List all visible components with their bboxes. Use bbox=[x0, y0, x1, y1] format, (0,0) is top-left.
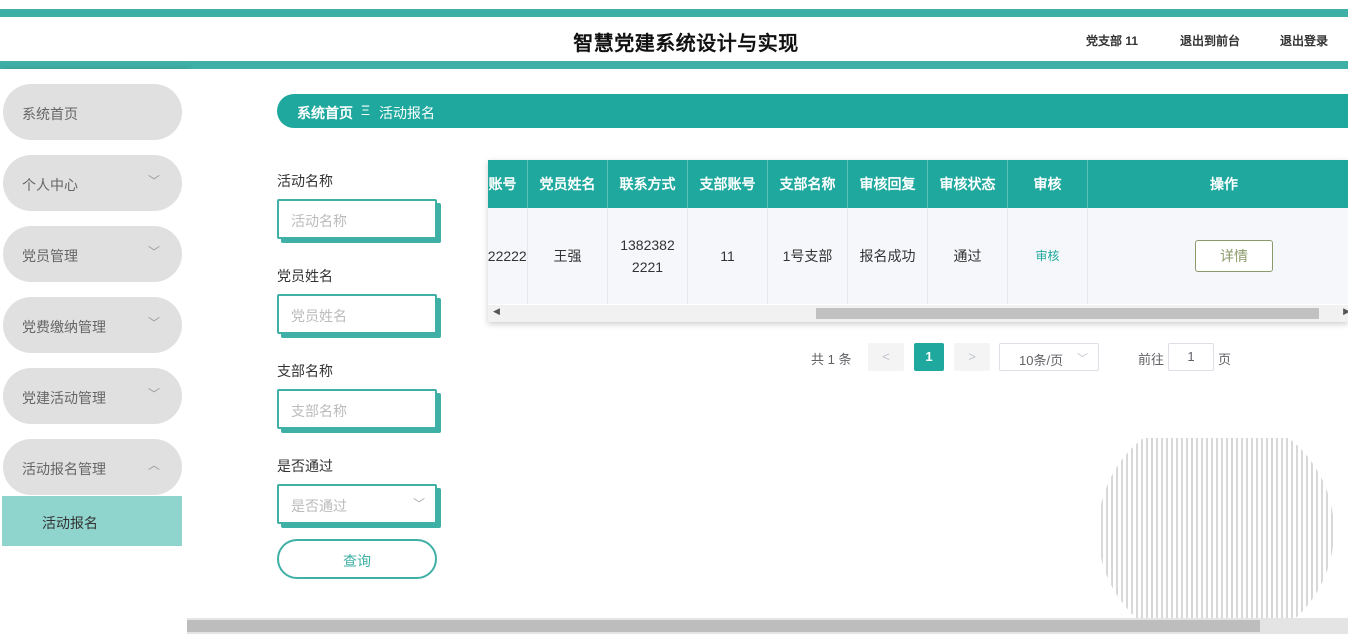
sidebar-item-member-management[interactable]: 党员管理 ﹀ bbox=[3, 226, 182, 282]
chevron-up-icon: ︿ bbox=[147, 458, 160, 472]
app-header: 智慧党建系统设计与实现 党支部 11 退出到前台 退出登录 bbox=[0, 17, 1348, 61]
filter-label-branch-name: 支部名称 bbox=[277, 363, 333, 379]
breadcrumb: 系统首页 Ξ 活动报名 bbox=[277, 94, 1348, 128]
table-header: 账号 党员姓名 联系方式 支部账号 支部名称 审核回复 审核状态 审核 操作 bbox=[488, 160, 1348, 208]
sidebar-item-label: 党员管理 bbox=[22, 248, 78, 264]
breadcrumb-current: 活动报名 bbox=[379, 105, 435, 121]
scrollbar-thumb[interactable] bbox=[187, 620, 1260, 632]
member-name-input[interactable]: 党员姓名 bbox=[277, 294, 437, 334]
chevron-down-icon: ﹀ bbox=[147, 387, 160, 401]
table-horizontal-scrollbar[interactable]: ◀ ▶ bbox=[488, 305, 1348, 322]
passed-select[interactable]: 是否通过 ﹀ bbox=[277, 484, 437, 524]
header-bottom-bar bbox=[0, 61, 1348, 69]
input-placeholder: 支部名称 bbox=[291, 403, 347, 419]
column-header: 审核回复 bbox=[848, 160, 928, 208]
chevron-down-icon: ﹀ bbox=[412, 497, 425, 511]
pagination-total: 共 1 条 bbox=[811, 352, 852, 367]
pagination-next-button[interactable]: > bbox=[954, 343, 990, 371]
sidebar-item-label: 党建活动管理 bbox=[22, 390, 106, 406]
pagination-prev-button[interactable]: < bbox=[868, 343, 904, 371]
sidebar-subitem-signup[interactable]: 活动报名 bbox=[2, 496, 182, 546]
filter-label-member-name: 党员姓名 bbox=[277, 268, 333, 284]
cell-action: 详情 bbox=[1088, 208, 1348, 304]
sidebar-item-signup-management[interactable]: 活动报名管理 ︿ bbox=[3, 439, 182, 495]
column-header: 账号 bbox=[488, 160, 528, 208]
select-placeholder: 是否通过 bbox=[291, 498, 347, 514]
activity-name-input[interactable]: 活动名称 bbox=[277, 199, 437, 239]
filter-label-passed: 是否通过 bbox=[277, 458, 333, 474]
detail-button[interactable]: 详情 bbox=[1195, 240, 1273, 272]
pagination-page-1[interactable]: 1 bbox=[914, 343, 944, 371]
sidebar-subitem-label: 活动报名 bbox=[42, 515, 98, 531]
table-row: 222222 王强 13823822221 11 1号支部 报名成功 通过 审核… bbox=[488, 208, 1348, 304]
cell-audit: 审核 bbox=[1008, 208, 1088, 304]
top-accent-bar bbox=[0, 9, 1348, 17]
sidebar-item-dues-management[interactable]: 党费缴纳管理 ﹀ bbox=[3, 297, 182, 353]
column-header: 审核状态 bbox=[928, 160, 1008, 208]
cell-branch-account: 11 bbox=[688, 208, 768, 304]
breadcrumb-home[interactable]: 系统首页 bbox=[297, 103, 353, 123]
goto-page-input[interactable]: 1 bbox=[1168, 343, 1214, 371]
chevron-down-icon: ﹀ bbox=[147, 174, 160, 188]
filter-label-activity-name: 活动名称 bbox=[277, 173, 333, 189]
query-button-label: 查询 bbox=[343, 553, 371, 569]
column-header: 党员姓名 bbox=[528, 160, 608, 208]
sidebar-item-label: 活动报名管理 bbox=[22, 461, 106, 477]
sidebar-item-personal-center[interactable]: 个人中心 ﹀ bbox=[3, 155, 182, 211]
chevron-down-icon: ﹀ bbox=[147, 245, 160, 259]
sidebar-item-label: 个人中心 bbox=[22, 177, 78, 193]
column-header: 支部名称 bbox=[768, 160, 848, 208]
scroll-right-arrow-icon[interactable]: ▶ bbox=[1343, 306, 1348, 317]
current-user-label: 党支部 11 bbox=[1086, 34, 1139, 48]
cell-reply: 报名成功 bbox=[848, 208, 928, 304]
app-title: 智慧党建系统设计与实现 bbox=[573, 33, 799, 55]
sidebar-item-label: 系统首页 bbox=[22, 106, 78, 122]
cell-branch-name: 1号支部 bbox=[768, 208, 848, 304]
chevron-down-icon: ﹀ bbox=[147, 316, 160, 330]
branch-name-input[interactable]: 支部名称 bbox=[277, 389, 437, 429]
page-size-select[interactable]: 10条/页 ﹀ bbox=[999, 343, 1099, 371]
sidebar-item-label: 党费缴纳管理 bbox=[22, 319, 106, 335]
column-header: 操作 bbox=[1210, 176, 1238, 192]
decorative-striped-circle bbox=[1098, 438, 1334, 618]
breadcrumb-separator-icon: Ξ bbox=[361, 102, 371, 118]
chevron-down-icon: ﹀ bbox=[1077, 353, 1088, 365]
cell-status: 通过 bbox=[928, 208, 1008, 304]
sidebar-item-home[interactable]: 系统首页 bbox=[3, 84, 182, 140]
cell-account: 222222 bbox=[488, 208, 528, 304]
sidebar: 系统首页 个人中心 ﹀ 党员管理 ﹀ 党费缴纳管理 ﹀ 党建活动管理 ﹀ 活动报… bbox=[0, 69, 187, 634]
input-placeholder: 党员姓名 bbox=[291, 308, 347, 324]
column-header: 审核 bbox=[1008, 160, 1088, 208]
goto-label: 前往 bbox=[1138, 352, 1165, 367]
query-button[interactable]: 查询 bbox=[277, 539, 437, 579]
input-placeholder: 活动名称 bbox=[291, 213, 347, 229]
page-horizontal-scrollbar[interactable] bbox=[187, 618, 1348, 634]
cell-phone: 13823822221 bbox=[608, 208, 688, 304]
exit-to-front-link[interactable]: 退出到前台 bbox=[1180, 32, 1240, 49]
scrollbar-thumb[interactable] bbox=[816, 308, 1319, 319]
scroll-left-arrow-icon[interactable]: ◀ bbox=[493, 306, 500, 317]
logout-link[interactable]: 退出登录 bbox=[1280, 32, 1328, 49]
page-suffix: 页 bbox=[1218, 352, 1232, 367]
sidebar-item-activity-management[interactable]: 党建活动管理 ﹀ bbox=[3, 368, 182, 424]
cell-member-name: 王强 bbox=[528, 208, 608, 304]
column-header: 联系方式 bbox=[608, 160, 688, 208]
signup-table: 账号 党员姓名 联系方式 支部账号 支部名称 审核回复 审核状态 审核 操作 2… bbox=[488, 160, 1348, 322]
audit-link[interactable]: 审核 bbox=[1035, 245, 1059, 267]
page-size-value: 10条/页 bbox=[1019, 353, 1064, 368]
column-header: 支部账号 bbox=[688, 160, 768, 208]
